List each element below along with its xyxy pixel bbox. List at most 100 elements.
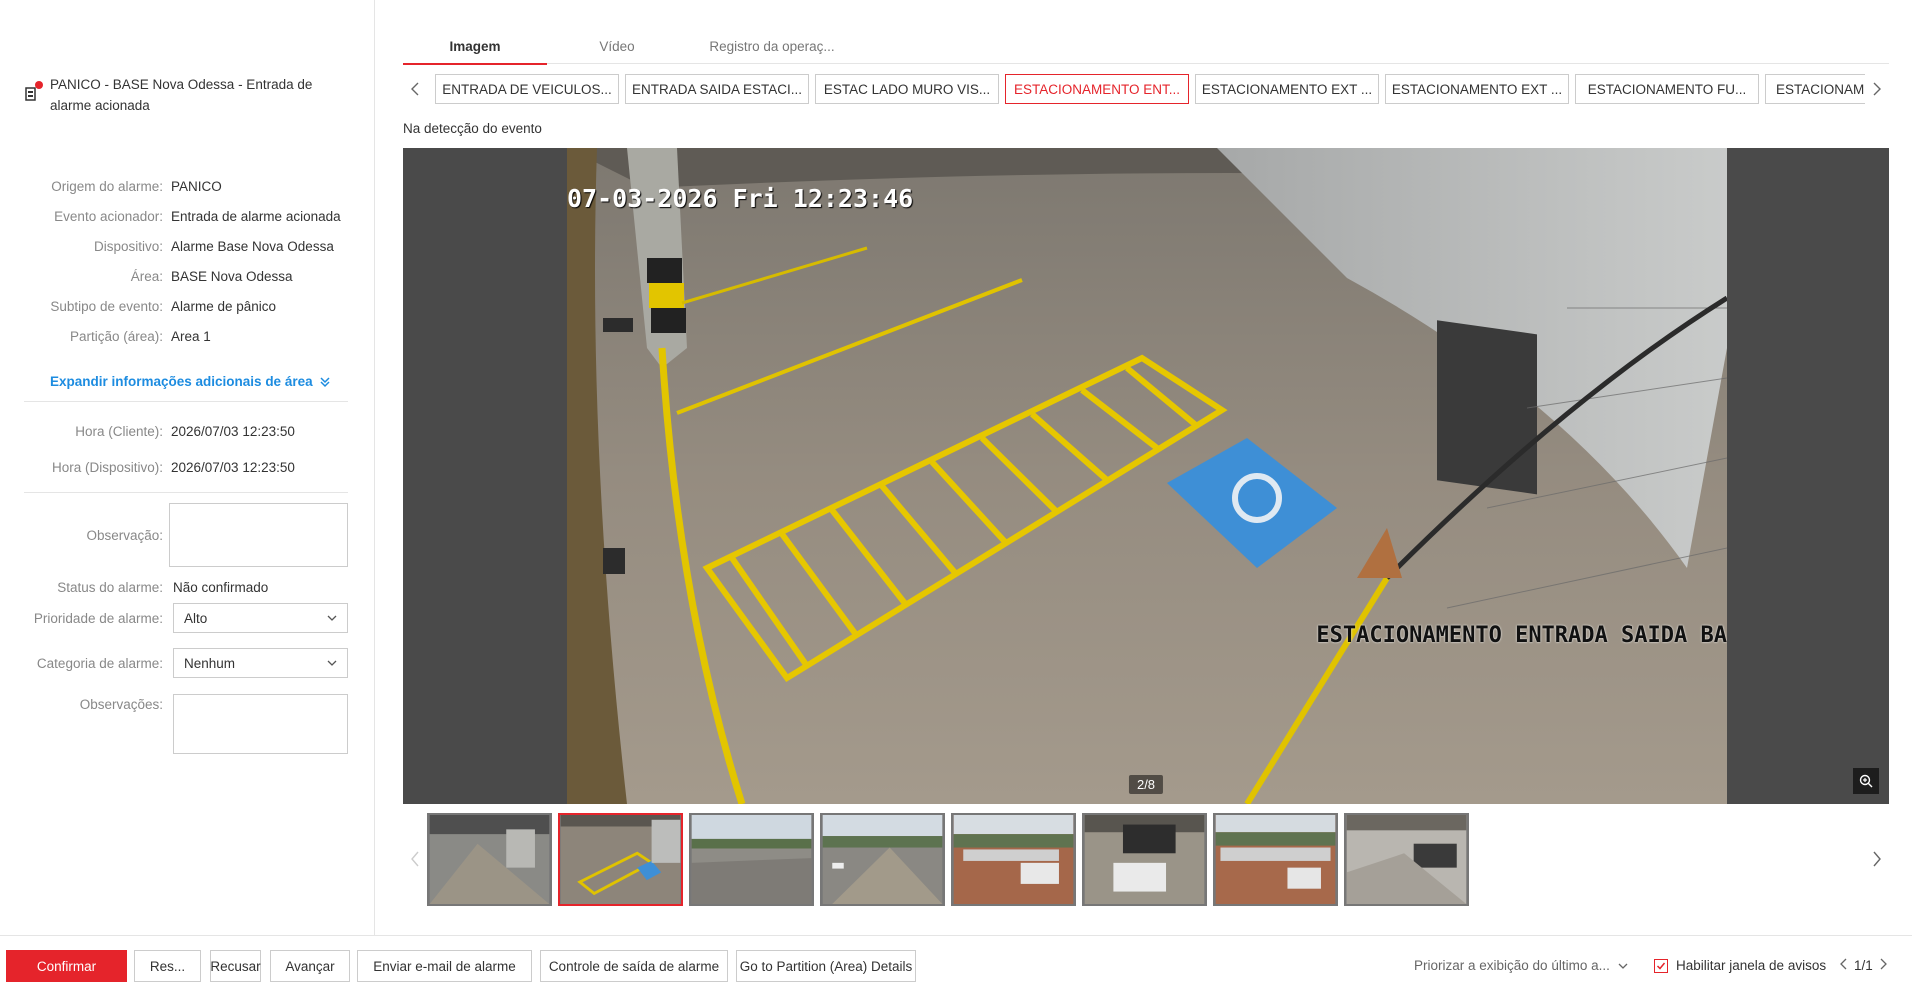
camera-snapshot: 07-03-2026 Fri 12:23:46 ESTACIONAMENTO E… <box>567 148 1727 804</box>
image-page-indicator: 2/8 <box>1128 775 1164 794</box>
camera-prev-button[interactable] <box>403 74 427 104</box>
prioridade-value: Alto <box>184 610 208 626</box>
info-row-area: Área: BASE Nova Odessa <box>0 266 293 286</box>
observacoes-textarea[interactable] <box>173 694 348 754</box>
prioridade-select[interactable]: Alto <box>173 603 348 633</box>
info-value: PANICO <box>171 178 222 194</box>
expand-area-info-link[interactable]: Expandir informações adicionais de área <box>50 374 331 389</box>
info-value: Area 1 <box>171 328 211 344</box>
tab-imagem[interactable]: Imagem <box>403 28 547 65</box>
camera-button[interactable]: ENTRADA DE VEICULOS... <box>435 74 619 104</box>
alarm-details-panel: PANICO - BASE Nova Odessa - Entrada de a… <box>0 0 375 935</box>
camera-button[interactable]: ESTACIONAM <box>1765 74 1865 104</box>
pager-prev-button[interactable] <box>1840 958 1848 973</box>
info-row-hora-dispositivo: Hora (Dispositivo): 2026/07/03 12:23:50 <box>0 457 295 477</box>
observacao-textarea[interactable] <box>169 503 348 567</box>
chevron-down-icon <box>327 615 337 621</box>
thumbnail[interactable] <box>1082 813 1207 906</box>
osd-camera-name: ESTACIONAMENTO ENTRADA SAIDA BA <box>1316 623 1727 648</box>
time-label: Hora (Dispositivo): <box>51 459 163 475</box>
chevron-right-icon <box>1873 851 1881 867</box>
thumbnail-list <box>427 813 1469 906</box>
osd-timestamp: 07-03-2026 Fri 12:23:46 <box>567 184 914 213</box>
prioritize-label: Priorizar a exibição do último a... <box>1414 958 1610 973</box>
pager-label: 1/1 <box>1854 958 1873 973</box>
categoria-label: Categoria de alarme: <box>36 656 163 671</box>
zoom-in-icon <box>1859 774 1873 788</box>
detail-tabs: Imagem Vídeo Registro da operaç... <box>403 28 1889 65</box>
thumbnail[interactable] <box>1344 813 1469 906</box>
confirm-button[interactable]: Confirmar <box>6 950 127 982</box>
tab-registro[interactable]: Registro da operaç... <box>687 28 857 64</box>
check-icon <box>1656 962 1666 970</box>
camera-button[interactable]: ESTACIONAMENTO EXT ... <box>1195 74 1379 104</box>
image-viewer: 07-03-2026 Fri 12:23:46 ESTACIONAMENTO E… <box>403 148 1889 804</box>
refuse-button[interactable]: Recusar <box>210 950 261 982</box>
alarm-output-control-button[interactable]: Controle de saída de alarme <box>540 950 728 982</box>
enable-popup-toggle[interactable]: Habilitar janela de avisos <box>1654 958 1826 973</box>
checkbox-checked[interactable] <box>1654 958 1668 973</box>
thumb-next-button[interactable] <box>1865 844 1889 874</box>
thumbnail[interactable] <box>951 813 1076 906</box>
info-label: Dispositivo: <box>93 238 163 254</box>
camera-button[interactable]: ESTACIONAMENTO EXT ... <box>1385 74 1569 104</box>
time-label: Hora (Cliente): <box>75 423 163 439</box>
camera-button[interactable]: ESTAC LADO MURO VIS... <box>815 74 999 104</box>
double-chevron-down-icon <box>320 376 330 387</box>
info-label: Evento acionador: <box>54 208 163 224</box>
chevron-right-icon <box>1880 958 1887 970</box>
info-row-particao: Partição (área): Area 1 <box>0 326 211 346</box>
thumbnail[interactable] <box>427 813 552 906</box>
divider <box>24 401 348 402</box>
info-value: Alarme de pânico <box>171 298 277 314</box>
time-value: 2026/07/03 12:23:50 <box>171 423 295 439</box>
pager-next-button[interactable] <box>1879 958 1887 973</box>
res-button[interactable]: Res... <box>134 950 201 982</box>
time-value: 2026/07/03 12:23:50 <box>171 459 295 475</box>
alarm-header: PANICO - BASE Nova Odessa - Entrada de a… <box>24 74 354 116</box>
event-caption: Na detecção do evento <box>403 121 542 136</box>
info-value: Entrada de alarme acionada <box>171 208 341 224</box>
thumbnail-strip <box>403 812 1889 907</box>
thumb-prev-button[interactable] <box>403 844 427 874</box>
chevron-right-icon <box>1873 82 1881 96</box>
info-label: Subtipo de evento: <box>50 298 163 314</box>
camera-next-button[interactable] <box>1865 74 1889 104</box>
info-row-dispositivo: Dispositivo: Alarme Base Nova Odessa <box>0 236 334 256</box>
chevron-left-icon <box>1840 958 1847 970</box>
tab-video[interactable]: Vídeo <box>547 28 687 64</box>
thumbnail[interactable] <box>820 813 945 906</box>
prioritize-dropdown[interactable]: Priorizar a exibição do último a... <box>1414 958 1628 973</box>
status-value: Não confirmado <box>173 580 269 595</box>
camera-button[interactable]: ENTRADA SAIDA ESTACI... <box>625 74 809 104</box>
enable-popup-label: Habilitar janela de avisos <box>1676 958 1827 973</box>
prioridade-label: Prioridade de alarme: <box>33 611 163 626</box>
partition-details-button[interactable]: Go to Partition (Area) Details <box>736 950 916 982</box>
chevron-left-icon <box>411 82 419 96</box>
alarm-status-dot <box>35 81 43 89</box>
camera-button-active[interactable]: ESTACIONAMENTO ENT... <box>1005 74 1189 104</box>
categoria-select[interactable]: Nenhum <box>173 648 348 678</box>
info-value: BASE Nova Odessa <box>171 268 293 284</box>
camera-button[interactable]: ESTACIONAMENTO FU... <box>1575 74 1759 104</box>
alarm-title: PANICO - BASE Nova Odessa - Entrada de a… <box>50 77 313 113</box>
info-value: Alarme Base Nova Odessa <box>171 238 334 254</box>
thumbnail-active[interactable] <box>558 813 683 906</box>
pager: 1/1 <box>1840 958 1887 973</box>
forward-button[interactable]: Avançar <box>270 950 350 982</box>
observacao-label: Observação: <box>86 528 163 543</box>
alarm-device-icon <box>24 81 43 102</box>
observacoes-label: Observações: <box>79 697 163 712</box>
chevron-down-icon <box>327 660 337 666</box>
zoom-button[interactable] <box>1853 768 1879 794</box>
thumbnail[interactable] <box>689 813 814 906</box>
thumbnail[interactable] <box>1213 813 1338 906</box>
divider <box>24 492 348 493</box>
info-row-subtipo: Subtipo de evento: Alarme de pânico <box>0 296 276 316</box>
info-label: Partição (área): <box>69 328 163 344</box>
info-label: Origem do alarme: <box>51 178 163 194</box>
expand-area-info-label: Expandir informações adicionais de área <box>50 374 313 389</box>
send-email-button[interactable]: Enviar e-mail de alarme <box>357 950 532 982</box>
info-row-origem: Origem do alarme: PANICO <box>0 176 222 196</box>
chevron-down-icon <box>1618 963 1628 969</box>
